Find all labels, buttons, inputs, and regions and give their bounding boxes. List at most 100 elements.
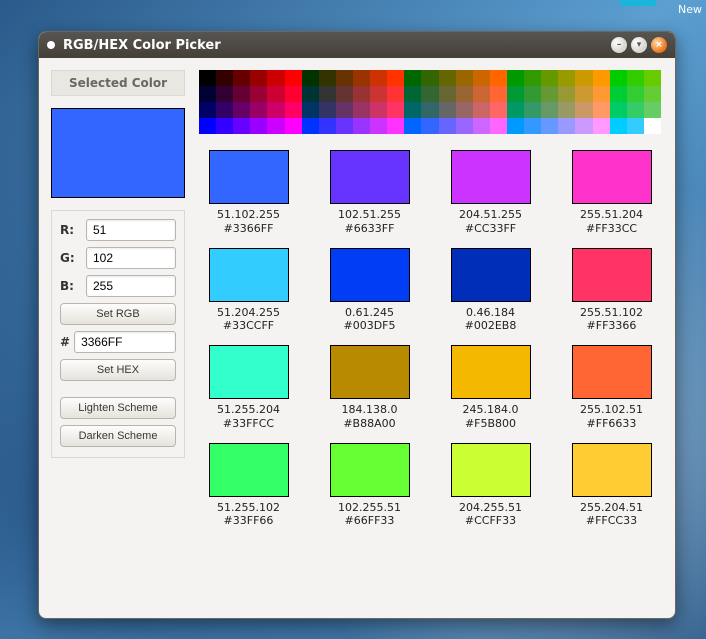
palette-cell[interactable]	[558, 102, 575, 118]
palette-cell[interactable]	[541, 102, 558, 118]
palette-cell[interactable]	[473, 86, 490, 102]
palette-cell[interactable]	[199, 86, 216, 102]
palette-cell[interactable]	[353, 86, 370, 102]
palette-cell[interactable]	[490, 102, 507, 118]
palette-cell[interactable]	[216, 86, 233, 102]
palette-cell[interactable]	[490, 86, 507, 102]
palette-cell[interactable]	[421, 70, 438, 86]
palette-cell[interactable]	[421, 86, 438, 102]
palette-cell[interactable]	[575, 70, 592, 86]
swatch-box[interactable]	[572, 443, 652, 497]
palette-cell[interactable]	[541, 70, 558, 86]
palette-cell[interactable]	[336, 86, 353, 102]
palette-cell[interactable]	[627, 118, 644, 134]
palette-cell[interactable]	[285, 70, 302, 86]
palette-cell[interactable]	[404, 70, 421, 86]
palette-cell[interactable]	[610, 118, 627, 134]
palette-cell[interactable]	[558, 118, 575, 134]
palette-cell[interactable]	[558, 70, 575, 86]
palette-cell[interactable]	[370, 86, 387, 102]
palette-cell[interactable]	[593, 86, 610, 102]
palette-cell[interactable]	[285, 86, 302, 102]
palette-cell[interactable]	[319, 102, 336, 118]
swatch-box[interactable]	[451, 248, 531, 302]
palette-cell[interactable]	[456, 102, 473, 118]
palette-cell[interactable]	[267, 118, 284, 134]
palette-cell[interactable]	[439, 86, 456, 102]
palette-cell[interactable]	[421, 118, 438, 134]
palette-cell[interactable]	[319, 70, 336, 86]
palette-cell[interactable]	[387, 86, 404, 102]
palette-cell[interactable]	[319, 86, 336, 102]
palette-cell[interactable]	[302, 70, 319, 86]
palette-cell[interactable]	[490, 118, 507, 134]
palette-cell[interactable]	[216, 118, 233, 134]
palette-cell[interactable]	[456, 86, 473, 102]
set-hex-button[interactable]: Set HEX	[60, 359, 176, 381]
palette-cell[interactable]	[199, 118, 216, 134]
palette-cell[interactable]	[267, 86, 284, 102]
palette-cell[interactable]	[267, 102, 284, 118]
lighten-scheme-button[interactable]: Lighten Scheme	[60, 397, 176, 419]
palette-cell[interactable]	[593, 102, 610, 118]
palette-cell[interactable]	[610, 102, 627, 118]
palette-cell[interactable]	[421, 102, 438, 118]
palette-cell[interactable]	[490, 70, 507, 86]
palette-cell[interactable]	[233, 102, 250, 118]
palette-cell[interactable]	[627, 102, 644, 118]
palette-cell[interactable]	[267, 70, 284, 86]
palette-cell[interactable]	[233, 118, 250, 134]
palette-cell[interactable]	[558, 86, 575, 102]
palette-cell[interactable]	[353, 102, 370, 118]
palette-cell[interactable]	[370, 102, 387, 118]
palette-cell[interactable]	[473, 70, 490, 86]
swatch-box[interactable]	[209, 443, 289, 497]
swatch-box[interactable]	[209, 150, 289, 204]
panel-new-indicator[interactable]: New	[678, 3, 702, 16]
palette-cell[interactable]	[541, 86, 558, 102]
palette-cell[interactable]	[524, 70, 541, 86]
palette-cell[interactable]	[524, 86, 541, 102]
palette-cell[interactable]	[524, 118, 541, 134]
swatch-box[interactable]	[330, 248, 410, 302]
palette-cell[interactable]	[473, 118, 490, 134]
palette-cell[interactable]	[353, 70, 370, 86]
palette-cell[interactable]	[387, 102, 404, 118]
palette-cell[interactable]	[216, 102, 233, 118]
palette-cell[interactable]	[353, 118, 370, 134]
set-rgb-button[interactable]: Set RGB	[60, 303, 176, 325]
palette-cell[interactable]	[627, 86, 644, 102]
swatch-box[interactable]	[572, 248, 652, 302]
palette-cell[interactable]	[233, 86, 250, 102]
palette-cell[interactable]	[644, 102, 661, 118]
palette-cell[interactable]	[541, 118, 558, 134]
swatch-box[interactable]	[330, 345, 410, 399]
palette-cell[interactable]	[439, 102, 456, 118]
palette-cell[interactable]	[404, 86, 421, 102]
palette-cell[interactable]	[199, 70, 216, 86]
minimize-button[interactable]: –	[611, 37, 627, 53]
close-button[interactable]: ×	[651, 37, 667, 53]
palette-cell[interactable]	[644, 70, 661, 86]
palette-cell[interactable]	[370, 118, 387, 134]
swatch-box[interactable]	[330, 150, 410, 204]
palette-cell[interactable]	[610, 70, 627, 86]
palette-cell[interactable]	[507, 118, 524, 134]
palette-cell[interactable]	[250, 118, 267, 134]
palette-cell[interactable]	[302, 102, 319, 118]
swatch-box[interactable]	[451, 150, 531, 204]
palette-cell[interactable]	[319, 118, 336, 134]
palette-cell[interactable]	[336, 118, 353, 134]
palette-cell[interactable]	[644, 86, 661, 102]
palette-cell[interactable]	[524, 102, 541, 118]
palette-cell[interactable]	[404, 102, 421, 118]
palette-cell[interactable]	[250, 102, 267, 118]
titlebar[interactable]: RGB/HEX Color Picker – ▾ ×	[39, 32, 675, 58]
g-input[interactable]	[86, 247, 176, 269]
palette-cell[interactable]	[507, 102, 524, 118]
b-input[interactable]	[86, 275, 176, 297]
palette-cell[interactable]	[575, 102, 592, 118]
window-menu-icon[interactable]	[47, 41, 55, 49]
swatch-box[interactable]	[572, 345, 652, 399]
swatch-box[interactable]	[330, 443, 410, 497]
